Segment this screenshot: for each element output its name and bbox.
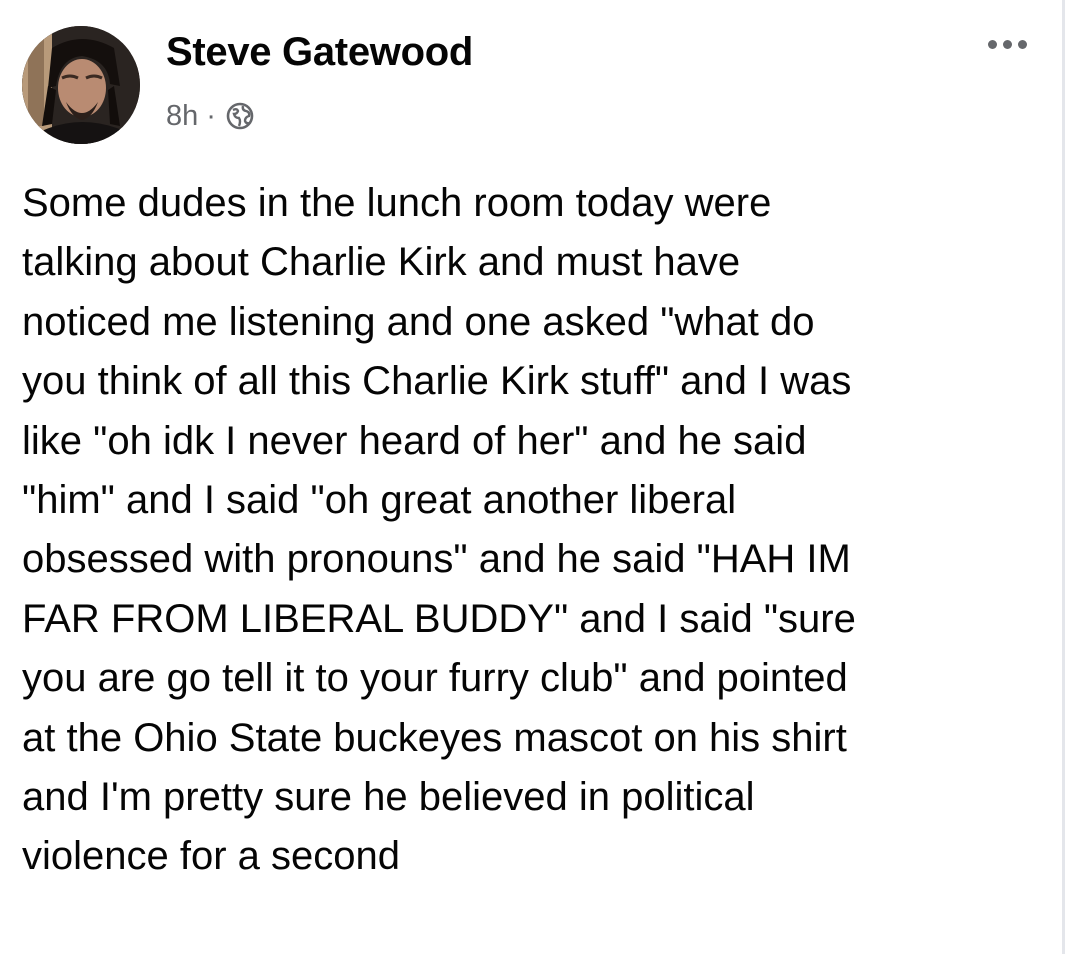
post-text-line: and I'm pretty sure he believed in polit… [22,775,755,820]
author-name[interactable]: Steve Gatewood [166,26,473,78]
post-text-line: Some dudes in the lunch room today were [22,181,772,225]
dot-icon [1002,39,1012,49]
author-avatar[interactable] [22,26,140,144]
post-timestamp[interactable]: 8h [166,100,198,133]
post-text-line: noticed me listening and one asked "what… [22,299,815,344]
post-text-line: at the Ohio State buckeyes mascot on his… [22,715,847,760]
profile-photo [22,26,140,144]
post-text-line: "him" and I said "oh great another liber… [22,478,737,523]
post-text-line: like "oh idk I never heard of her" and h… [22,418,807,463]
post-text-line: obsessed with pronouns" and he said "HAH… [22,537,851,582]
dot-icon [987,39,997,49]
post-text: Some dudes in the lunch room today were … [22,174,1047,887]
post-text-line: FAR FROM LIBERAL BUDDY" and I said "sure [22,596,856,641]
post-text-line: violence for a second [22,834,401,879]
more-options-button[interactable] [977,24,1037,64]
post-meta: 8h · [166,94,255,138]
dot-icon [1017,39,1027,49]
post-text-line: talking about Charlie Kirk and must have [22,240,741,285]
globe-icon[interactable] [225,101,255,131]
post-text-line: you think of all this Charlie Kirk stuff… [22,359,852,404]
meta-separator: · [206,99,216,132]
post-text-line: you are go tell it to your furry club" a… [22,656,848,701]
facebook-post: Steve Gatewood 8h · Some dudes in the lu… [0,0,1065,954]
